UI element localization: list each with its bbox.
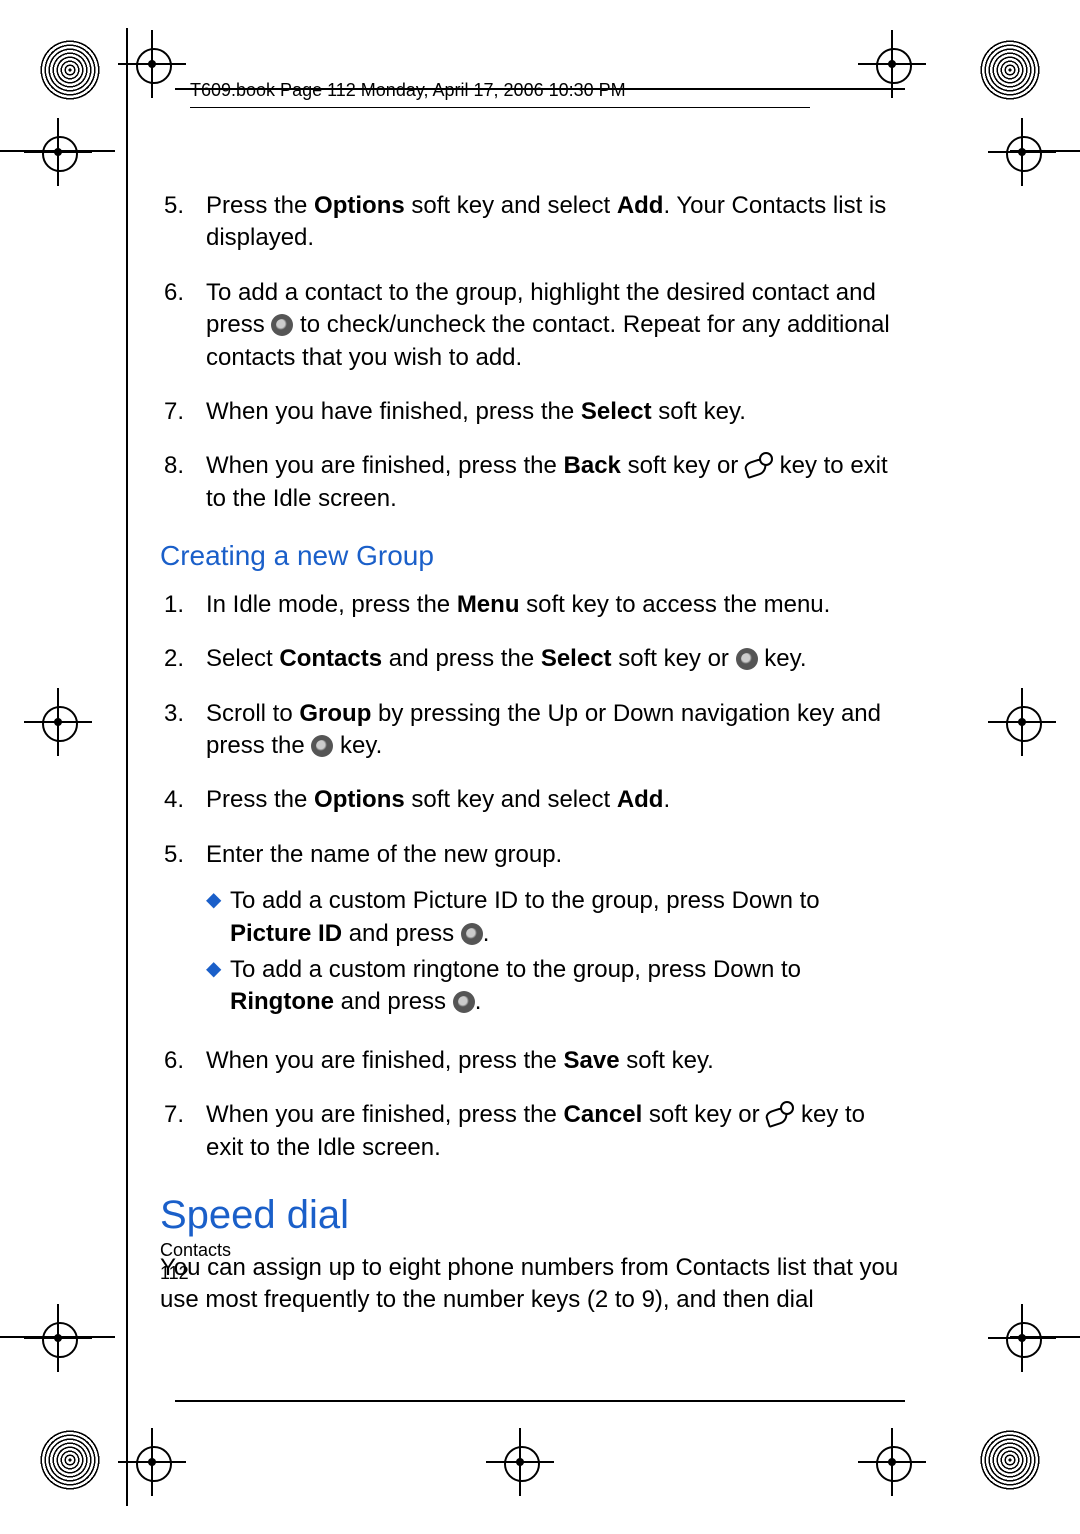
step-text: When you are finished, press the Save so…	[206, 1045, 900, 1077]
step-text: When you are finished, press the Cancel …	[206, 1099, 900, 1164]
list-item: 6.To add a contact to the group, highlig…	[160, 277, 900, 374]
step-number: 5.	[160, 839, 206, 1023]
step-text: Enter the name of the new group.◆To add …	[206, 839, 900, 1023]
register-target-icon	[498, 1440, 542, 1484]
list-item: 7.When you are finished, press the Cance…	[160, 1099, 900, 1164]
list-item: 7.When you have finished, press the Sele…	[160, 396, 900, 428]
step-number: 6.	[160, 1045, 206, 1077]
step-number: 3.	[160, 698, 206, 763]
ok-key-icon	[736, 648, 758, 670]
list-item: 4.Press the Options soft key and select …	[160, 784, 900, 816]
end-key-icon	[745, 454, 773, 478]
sub-bullet-text: To add a custom ringtone to the group, p…	[230, 954, 900, 1019]
ok-key-icon	[311, 735, 333, 757]
sub-bullet-list: ◆To add a custom Picture ID to the group…	[206, 885, 900, 1019]
diamond-bullet-icon: ◆	[206, 885, 230, 950]
step-number: 5.	[160, 190, 206, 255]
list-item: 3.Scroll to Group by pressing the Up or …	[160, 698, 900, 763]
register-target-icon	[36, 130, 80, 174]
list-item: 8.When you are finished, press the Back …	[160, 450, 900, 515]
steps-list-creating-group: 1.In Idle mode, press the Menu soft key …	[160, 589, 900, 1164]
sub-bullet-text: To add a custom Picture ID to the group,…	[230, 885, 900, 950]
step-number: 7.	[160, 1099, 206, 1164]
steps-list-continuation: 5.Press the Options soft key and select …	[160, 190, 900, 515]
register-target-icon	[36, 700, 80, 744]
step-text: In Idle mode, press the Menu soft key to…	[206, 589, 900, 621]
diamond-bullet-icon: ◆	[206, 954, 230, 1019]
ok-key-icon	[271, 314, 293, 336]
list-item: 5.Enter the name of the new group.◆To ad…	[160, 839, 900, 1023]
ok-key-icon	[453, 991, 475, 1013]
register-target-icon	[1000, 700, 1044, 744]
register-target-icon	[1000, 1316, 1044, 1360]
step-number: 6.	[160, 277, 206, 374]
speed-dial-paragraph: You can assign up to eight phone numbers…	[160, 1252, 900, 1317]
step-number: 7.	[160, 396, 206, 428]
spiral-mark-icon	[980, 40, 1040, 100]
register-target-icon	[870, 42, 914, 86]
page-footer: Contacts 112	[160, 1240, 231, 1284]
page-body: 5.Press the Options soft key and select …	[160, 190, 900, 1331]
step-text: Select Contacts and press the Select sof…	[206, 643, 900, 675]
step-number: 1.	[160, 589, 206, 621]
sub-bullet-item: ◆To add a custom Picture ID to the group…	[206, 885, 900, 950]
heading-speed-dial: Speed dial	[160, 1188, 900, 1242]
end-key-icon	[766, 1103, 794, 1127]
list-item: 1.In Idle mode, press the Menu soft key …	[160, 589, 900, 621]
step-text: When you have finished, press the Select…	[206, 396, 900, 428]
step-text: Press the Options soft key and select Ad…	[206, 190, 900, 255]
running-header: T609.book Page 112 Monday, April 17, 200…	[190, 80, 810, 108]
register-target-icon	[1000, 130, 1044, 174]
crop-h-line-bottom	[175, 1400, 905, 1402]
crop-v-line	[126, 28, 128, 1506]
step-number: 4.	[160, 784, 206, 816]
list-item: 2.Select Contacts and press the Select s…	[160, 643, 900, 675]
list-item: 5.Press the Options soft key and select …	[160, 190, 900, 255]
register-target-icon	[36, 1316, 80, 1360]
footer-section: Contacts	[160, 1240, 231, 1261]
register-target-icon	[130, 42, 174, 86]
step-text: When you are finished, press the Back so…	[206, 450, 900, 515]
sub-bullet-item: ◆To add a custom ringtone to the group, …	[206, 954, 900, 1019]
spiral-mark-icon	[40, 1430, 100, 1490]
ok-key-icon	[461, 923, 483, 945]
heading-creating-group: Creating a new Group	[160, 537, 900, 575]
step-text: Scroll to Group by pressing the Up or Do…	[206, 698, 900, 763]
register-target-icon	[870, 1440, 914, 1484]
step-text: To add a contact to the group, highlight…	[206, 277, 900, 374]
step-text: Press the Options soft key and select Ad…	[206, 784, 900, 816]
spiral-mark-icon	[40, 40, 100, 100]
step-number: 8.	[160, 450, 206, 515]
spiral-mark-icon	[980, 1430, 1040, 1490]
step-number: 2.	[160, 643, 206, 675]
document-page: T609.book Page 112 Monday, April 17, 200…	[0, 0, 1080, 1534]
list-item: 6.When you are finished, press the Save …	[160, 1045, 900, 1077]
footer-page-number: 112	[160, 1263, 231, 1284]
register-target-icon	[130, 1440, 174, 1484]
